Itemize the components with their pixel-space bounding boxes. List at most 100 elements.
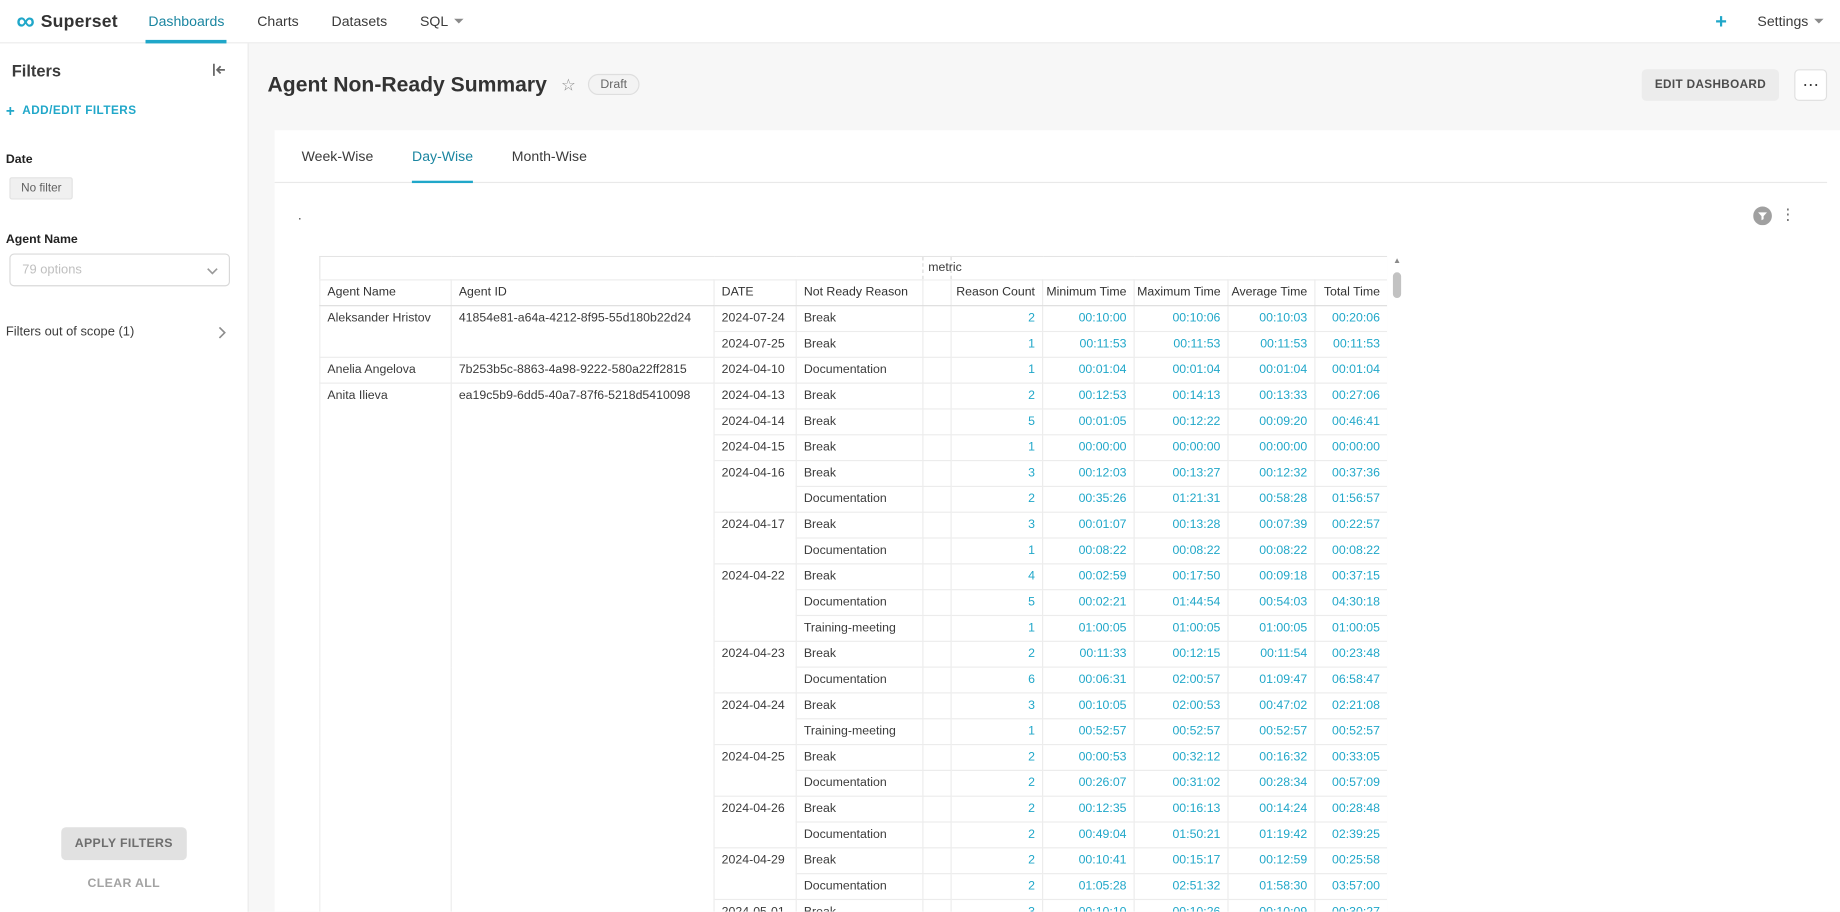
chevron-down-icon xyxy=(207,268,219,275)
cell-reason: Documentation xyxy=(796,590,923,616)
cell-min: 00:12:03 xyxy=(1043,461,1135,487)
cell-date: 2024-07-24 xyxy=(714,306,796,332)
collapse-left-icon xyxy=(210,61,228,79)
metric-spacer-cell xyxy=(923,693,951,719)
settings-menu[interactable]: Settings xyxy=(1757,13,1823,29)
cell-max: 00:32:12 xyxy=(1134,745,1228,771)
nav-item-dashboards[interactable]: Dashboards xyxy=(146,0,227,43)
agent-name-select-placeholder: 79 options xyxy=(22,263,82,277)
cell-total: 04:30:18 xyxy=(1315,590,1387,616)
tab-week-wise[interactable]: Week-Wise xyxy=(302,130,374,183)
cell-date: 2024-04-15 xyxy=(714,435,796,461)
cell-count: 3 xyxy=(951,693,1043,719)
table-row: Aleksander Hristov41854e81-a64a-4212-8f9… xyxy=(320,306,1387,332)
cell-min: 01:00:05 xyxy=(1043,615,1135,641)
nav-item-datasets[interactable]: Datasets xyxy=(329,0,389,43)
cell-min: 00:35:26 xyxy=(1043,486,1135,512)
cell-count: 5 xyxy=(951,590,1043,616)
cell-min: 00:01:07 xyxy=(1043,512,1135,538)
filters-out-of-scope-toggle[interactable]: Filters out of scope (1) xyxy=(6,325,234,339)
cell-max: 00:17:50 xyxy=(1134,564,1228,590)
cell-avg: 00:28:34 xyxy=(1228,770,1315,796)
chevron-down-icon xyxy=(454,19,463,24)
more-options-button[interactable]: ⋯ xyxy=(1794,69,1827,101)
cell-reason: Break xyxy=(796,693,923,719)
cell-reason: Break xyxy=(796,745,923,771)
date-filter-value-chip[interactable]: No filter xyxy=(9,177,73,199)
cell-avg: 00:10:03 xyxy=(1228,306,1315,332)
clear-all-button[interactable]: CLEAR ALL xyxy=(88,877,161,891)
agent-name-filter-label: Agent Name xyxy=(6,232,78,246)
metric-spacer-cell xyxy=(923,486,951,512)
cell-reason: Break xyxy=(796,641,923,667)
metric-spacer-cell xyxy=(923,409,951,435)
cell-reason: Documentation xyxy=(796,874,923,900)
cell-count: 5 xyxy=(951,409,1043,435)
cell-avg: 00:08:22 xyxy=(1228,538,1315,564)
cell-agent: Aleksander Hristov xyxy=(320,306,451,358)
cell-reason: Training-meeting xyxy=(796,615,923,641)
cell-max: 00:13:27 xyxy=(1134,461,1228,487)
cell-total: 00:00:00 xyxy=(1315,435,1387,461)
apply-filters-button[interactable]: APPLY FILTERS xyxy=(61,827,187,860)
cell-count: 3 xyxy=(951,899,1043,911)
cell-reason: Documentation xyxy=(796,822,923,848)
cell-total: 00:11:53 xyxy=(1315,332,1387,358)
metric-spacer-cell xyxy=(923,357,951,383)
cell-reason: Break xyxy=(796,435,923,461)
metric-spacer-cell xyxy=(923,770,951,796)
metric-spacer-cell xyxy=(923,435,951,461)
collapse-sidebar-button[interactable] xyxy=(210,61,228,79)
nav-item-charts[interactable]: Charts xyxy=(255,0,301,43)
cell-count: 2 xyxy=(951,874,1043,900)
cell-date: 2024-07-25 xyxy=(714,332,796,358)
col-header-average-time: Average Time xyxy=(1228,280,1315,306)
cell-max: 00:01:04 xyxy=(1134,357,1228,383)
nav-item-sql[interactable]: SQL xyxy=(418,0,466,43)
brand-name: Superset xyxy=(41,11,118,31)
cell-reason: Training-meeting xyxy=(796,719,923,745)
cell-count: 2 xyxy=(951,822,1043,848)
edit-dashboard-button[interactable]: EDIT DASHBOARD xyxy=(1642,69,1779,101)
cell-count: 1 xyxy=(951,615,1043,641)
cell-total: 00:30:27 xyxy=(1315,899,1387,911)
cell-max: 00:13:28 xyxy=(1134,512,1228,538)
dashboard-panel: Week-Wise Day-Wise Month-Wise . ⋮ xyxy=(275,130,1840,912)
metric-spacer-cell xyxy=(923,719,951,745)
cell-total: 03:57:00 xyxy=(1315,874,1387,900)
tab-month-wise[interactable]: Month-Wise xyxy=(512,130,587,183)
chart-menu-kebab-icon[interactable]: ⋮ xyxy=(1780,205,1795,223)
cell-date: 2024-04-13 xyxy=(714,383,796,409)
cell-avg: 01:58:30 xyxy=(1228,874,1315,900)
cell-total: 00:57:09 xyxy=(1315,770,1387,796)
cell-total: 01:00:05 xyxy=(1315,615,1387,641)
cell-reason: Documentation xyxy=(796,667,923,693)
new-item-plus-button[interactable]: + xyxy=(1715,11,1727,31)
agent-name-select[interactable]: 79 options xyxy=(9,253,230,286)
cell-min: 00:10:00 xyxy=(1043,306,1135,332)
cell-min: 00:02:21 xyxy=(1043,590,1135,616)
cell-id: 7b253b5c-8863-4a98-9222-580a22ff2815 xyxy=(451,357,714,383)
scrollbar-up-arrow-icon[interactable]: ▲ xyxy=(1391,256,1404,268)
superset-logo[interactable]: ∞ Superset xyxy=(16,8,117,34)
cell-date: 2024-04-23 xyxy=(714,641,796,693)
dashboard-tabs: Week-Wise Day-Wise Month-Wise xyxy=(275,130,1828,183)
cell-reason: Break xyxy=(796,796,923,822)
favorite-star-icon[interactable]: ☆ xyxy=(561,76,576,92)
cell-total: 00:28:48 xyxy=(1315,796,1387,822)
applied-filters-indicator[interactable] xyxy=(1753,207,1772,226)
cell-max: 00:10:06 xyxy=(1134,306,1228,332)
cell-count: 2 xyxy=(951,383,1043,409)
cell-count: 2 xyxy=(951,641,1043,667)
cell-agent: Anita Ilieva xyxy=(320,383,451,912)
cell-avg: 00:11:53 xyxy=(1228,332,1315,358)
tab-day-wise[interactable]: Day-Wise xyxy=(412,130,473,183)
cell-total: 00:08:22 xyxy=(1315,538,1387,564)
add-edit-filters-button[interactable]: + ADD/EDIT FILTERS xyxy=(6,102,137,120)
cell-avg: 00:07:39 xyxy=(1228,512,1315,538)
scrollbar-thumb[interactable] xyxy=(1393,272,1401,298)
table-scrollbar[interactable]: ▲ xyxy=(1391,256,1404,912)
cell-total: 00:52:57 xyxy=(1315,719,1387,745)
cell-count: 1 xyxy=(951,435,1043,461)
col-header-agent-name: Agent Name xyxy=(320,280,451,306)
